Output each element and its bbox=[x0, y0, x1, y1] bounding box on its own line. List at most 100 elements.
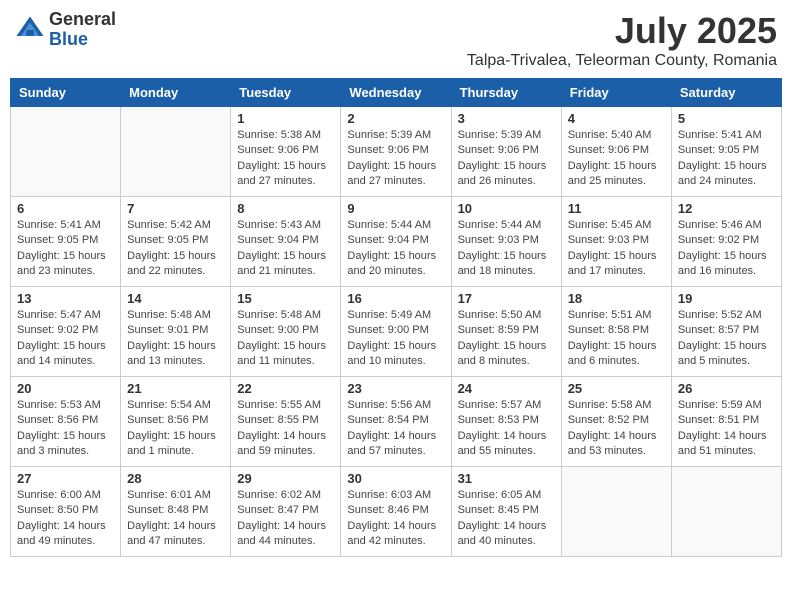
logo-text: General Blue bbox=[49, 10, 116, 50]
day-info: Sunrise: 5:46 AM Sunset: 9:02 PM Dayligh… bbox=[678, 218, 775, 280]
calendar-cell: 7Sunrise: 5:42 AM Sunset: 9:05 PM Daylig… bbox=[121, 197, 231, 287]
day-info: Sunrise: 5:41 AM Sunset: 9:05 PM Dayligh… bbox=[17, 218, 114, 280]
day-number: 9 bbox=[347, 201, 444, 216]
day-info: Sunrise: 6:01 AM Sunset: 8:48 PM Dayligh… bbox=[127, 488, 224, 550]
calendar-cell: 1 Sunrise: 5:38 AM Sunset: 9:06 PM Daylig… bbox=[231, 107, 341, 197]
calendar-cell: 29 Sunrise: 6:02 AM Sunset: 8:47 PM Dayli… bbox=[231, 467, 341, 557]
day-info: Sunrise: 5:39 AM Sunset: 9:06 PM Dayligh… bbox=[458, 128, 555, 190]
calendar-cell: 31 Sunrise: 6:05 AM Sunset: 8:45 PM Dayli… bbox=[451, 467, 561, 557]
calendar-cell bbox=[121, 107, 231, 197]
title-block: July 2025 Talpa-Trivalea, Teleorman Coun… bbox=[467, 10, 777, 70]
day-number: 27 bbox=[17, 471, 114, 486]
calendar-cell bbox=[561, 467, 671, 557]
day-number: 17 bbox=[458, 291, 555, 306]
day-info: Sunrise: 5:47 AM Sunset: 9:02 PM Dayligh… bbox=[17, 308, 114, 370]
calendar-week-row: 1 Sunrise: 5:38 AM Sunset: 9:06 PM Daylig… bbox=[11, 107, 782, 197]
day-info: Sunrise: 5:45 AM Sunset: 9:03 PM Dayligh… bbox=[568, 218, 665, 280]
day-number: 20 bbox=[17, 381, 114, 396]
day-number: 22 bbox=[237, 381, 334, 396]
day-number: 21 bbox=[127, 381, 224, 396]
day-info: Sunrise: 5:44 AM Sunset: 9:03 PM Dayligh… bbox=[458, 218, 555, 280]
weekday-header: Saturday bbox=[671, 79, 781, 107]
calendar-cell: 17 Sunrise: 5:50 AM Sunset: 8:59 PM Dayli… bbox=[451, 287, 561, 377]
day-number: 3 bbox=[458, 111, 555, 126]
weekday-header: Tuesday bbox=[231, 79, 341, 107]
day-info: Sunrise: 5:44 AM Sunset: 9:04 PM Dayligh… bbox=[347, 218, 444, 280]
calendar-week-row: 6 Sunrise: 5:41 AM Sunset: 9:05 PM Daylig… bbox=[11, 197, 782, 287]
page-header: General Blue July 2025 Talpa-Trivalea, T… bbox=[10, 10, 782, 70]
calendar-cell: 22 Sunrise: 5:55 AM Sunset: 8:55 PM Dayli… bbox=[231, 377, 341, 467]
weekday-header: Wednesday bbox=[341, 79, 451, 107]
weekday-header: Thursday bbox=[451, 79, 561, 107]
day-number: 24 bbox=[458, 381, 555, 396]
day-info: Sunrise: 6:00 AM Sunset: 8:50 PM Dayligh… bbox=[17, 488, 114, 550]
calendar-cell: 2Sunrise: 5:39 AM Sunset: 9:06 PM Daylig… bbox=[341, 107, 451, 197]
day-number: 13 bbox=[17, 291, 114, 306]
day-info: Sunrise: 5:43 AM Sunset: 9:04 PM Dayligh… bbox=[237, 218, 334, 280]
day-info: Sunrise: 6:05 AM Sunset: 8:45 PM Dayligh… bbox=[458, 488, 555, 550]
day-info: Sunrise: 5:49 AM Sunset: 9:00 PM Dayligh… bbox=[347, 308, 444, 370]
calendar-cell: 10 Sunrise: 5:44 AM Sunset: 9:03 PM Dayli… bbox=[451, 197, 561, 287]
day-number: 14 bbox=[127, 291, 224, 306]
day-info: Sunrise: 5:42 AM Sunset: 9:05 PM Dayligh… bbox=[127, 218, 224, 280]
day-info: Sunrise: 5:40 AM Sunset: 9:06 PM Dayligh… bbox=[568, 128, 665, 190]
calendar-location: Talpa-Trivalea, Teleorman County, Romani… bbox=[467, 52, 777, 70]
calendar-cell: 3 Sunrise: 5:39 AM Sunset: 9:06 PM Daylig… bbox=[451, 107, 561, 197]
calendar-cell: 4 Sunrise: 5:40 AM Sunset: 9:06 PM Daylig… bbox=[561, 107, 671, 197]
day-number: 25 bbox=[568, 381, 665, 396]
calendar-cell: 26Sunrise: 5:59 AM Sunset: 8:51 PM Dayli… bbox=[671, 377, 781, 467]
day-info: Sunrise: 6:03 AM Sunset: 8:46 PM Dayligh… bbox=[347, 488, 444, 550]
calendar-cell: 9 Sunrise: 5:44 AM Sunset: 9:04 PM Daylig… bbox=[341, 197, 451, 287]
day-info: Sunrise: 5:58 AM Sunset: 8:52 PM Dayligh… bbox=[568, 398, 665, 460]
calendar-cell bbox=[671, 467, 781, 557]
calendar-cell: 25 Sunrise: 5:58 AM Sunset: 8:52 PM Dayli… bbox=[561, 377, 671, 467]
day-info: Sunrise: 5:55 AM Sunset: 8:55 PM Dayligh… bbox=[237, 398, 334, 460]
day-number: 15 bbox=[237, 291, 334, 306]
calendar-title: July 2025 bbox=[467, 10, 777, 52]
day-info: Sunrise: 5:48 AM Sunset: 9:00 PM Dayligh… bbox=[237, 308, 334, 370]
day-number: 5 bbox=[678, 111, 775, 126]
calendar-week-row: 27 Sunrise: 6:00 AM Sunset: 8:50 PM Dayli… bbox=[11, 467, 782, 557]
day-number: 6 bbox=[17, 201, 114, 216]
day-info: Sunrise: 5:41 AM Sunset: 9:05 PM Dayligh… bbox=[678, 128, 775, 190]
day-info: Sunrise: 5:57 AM Sunset: 8:53 PM Dayligh… bbox=[458, 398, 555, 460]
calendar-cell: 5 Sunrise: 5:41 AM Sunset: 9:05 PM Daylig… bbox=[671, 107, 781, 197]
day-number: 26 bbox=[678, 381, 775, 396]
day-number: 30 bbox=[347, 471, 444, 486]
day-info: Sunrise: 5:48 AM Sunset: 9:01 PM Dayligh… bbox=[127, 308, 224, 370]
calendar-cell: 15 Sunrise: 5:48 AM Sunset: 9:00 PM Dayli… bbox=[231, 287, 341, 377]
calendar-header-row: SundayMondayTuesdayWednesdayThursdayFrid… bbox=[11, 79, 782, 107]
calendar-cell: 28Sunrise: 6:01 AM Sunset: 8:48 PM Dayli… bbox=[121, 467, 231, 557]
day-number: 2 bbox=[347, 111, 444, 126]
calendar-cell bbox=[11, 107, 121, 197]
day-info: Sunrise: 5:50 AM Sunset: 8:59 PM Dayligh… bbox=[458, 308, 555, 370]
day-number: 10 bbox=[458, 201, 555, 216]
calendar-week-row: 13 Sunrise: 5:47 AM Sunset: 9:02 PM Dayli… bbox=[11, 287, 782, 377]
calendar-table: SundayMondayTuesdayWednesdayThursdayFrid… bbox=[10, 78, 782, 557]
logo-blue: Blue bbox=[49, 30, 116, 50]
day-number: 11 bbox=[568, 201, 665, 216]
day-info: Sunrise: 5:51 AM Sunset: 8:58 PM Dayligh… bbox=[568, 308, 665, 370]
logo: General Blue bbox=[15, 10, 116, 50]
calendar-cell: 11 Sunrise: 5:45 AM Sunset: 9:03 PM Dayli… bbox=[561, 197, 671, 287]
day-number: 4 bbox=[568, 111, 665, 126]
day-number: 31 bbox=[458, 471, 555, 486]
calendar-cell: 16Sunrise: 5:49 AM Sunset: 9:00 PM Dayli… bbox=[341, 287, 451, 377]
day-info: Sunrise: 6:02 AM Sunset: 8:47 PM Dayligh… bbox=[237, 488, 334, 550]
calendar-cell: 8 Sunrise: 5:43 AM Sunset: 9:04 PM Daylig… bbox=[231, 197, 341, 287]
weekday-header: Sunday bbox=[11, 79, 121, 107]
calendar-cell: 27 Sunrise: 6:00 AM Sunset: 8:50 PM Dayli… bbox=[11, 467, 121, 557]
day-number: 12 bbox=[678, 201, 775, 216]
day-info: Sunrise: 5:52 AM Sunset: 8:57 PM Dayligh… bbox=[678, 308, 775, 370]
weekday-header: Friday bbox=[561, 79, 671, 107]
day-number: 8 bbox=[237, 201, 334, 216]
calendar-cell: 19Sunrise: 5:52 AM Sunset: 8:57 PM Dayli… bbox=[671, 287, 781, 377]
day-info: Sunrise: 5:38 AM Sunset: 9:06 PM Dayligh… bbox=[237, 128, 334, 190]
calendar-cell: 6 Sunrise: 5:41 AM Sunset: 9:05 PM Daylig… bbox=[11, 197, 121, 287]
calendar-cell: 23Sunrise: 5:56 AM Sunset: 8:54 PM Dayli… bbox=[341, 377, 451, 467]
day-number: 29 bbox=[237, 471, 334, 486]
day-number: 1 bbox=[237, 111, 334, 126]
day-info: Sunrise: 5:53 AM Sunset: 8:56 PM Dayligh… bbox=[17, 398, 114, 460]
calendar-cell: 18Sunrise: 5:51 AM Sunset: 8:58 PM Dayli… bbox=[561, 287, 671, 377]
logo-general: General bbox=[49, 10, 116, 30]
